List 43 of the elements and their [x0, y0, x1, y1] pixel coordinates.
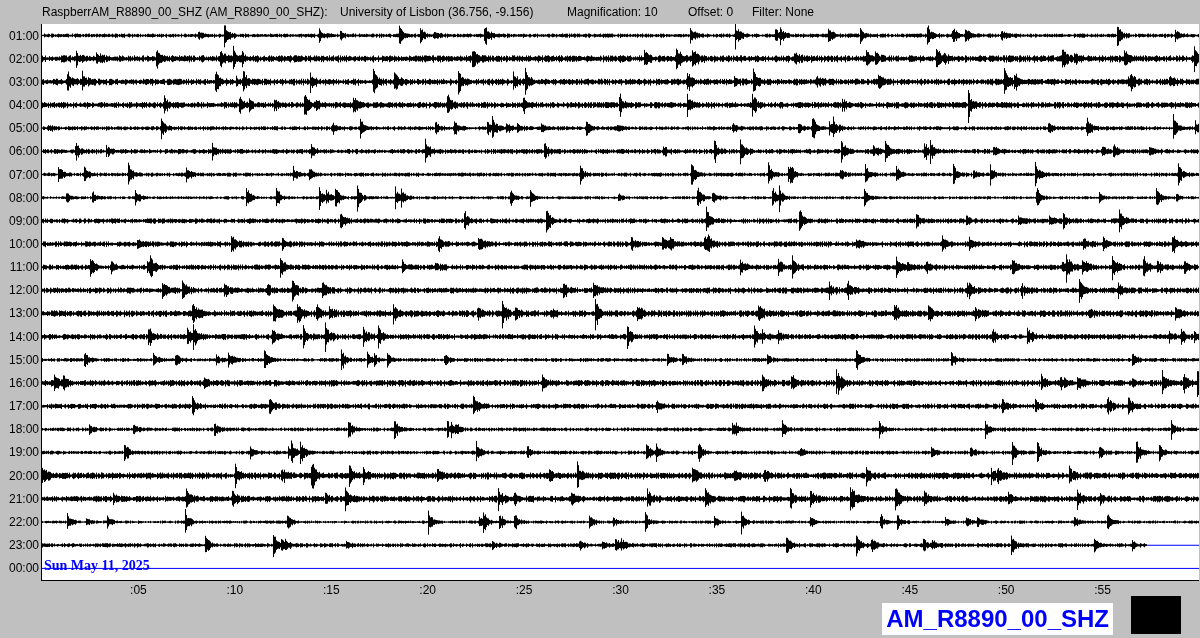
minute-label: :55 [1094, 583, 1111, 597]
filter-text: Filter: None [752, 5, 816, 19]
hour-label: 22:00 [8, 514, 40, 529]
station-title: RaspberrAM_R8890_00_SHZ (AM_R8890_00_SHZ): [42, 5, 329, 19]
minute-label: :30 [612, 583, 629, 597]
hour-label: 23:00 [8, 538, 40, 552]
hour-label: 11:00 [9, 260, 40, 275]
minute-label: :40 [805, 583, 822, 597]
hour-label: 17:00 [8, 399, 40, 414]
minute-label: :35 [708, 583, 726, 597]
offset-text: Offset: 0 [688, 5, 735, 19]
hour-label: 18:00 [8, 422, 40, 437]
minute-label: :25 [515, 583, 533, 597]
minute-label: :05 [130, 583, 147, 597]
hour-label: 08:00 [8, 190, 40, 205]
hour-label: 07:00 [8, 167, 40, 182]
status-indicator [1131, 596, 1181, 634]
hour-label: 10:00 [8, 237, 40, 251]
minute-label: :15 [322, 583, 340, 597]
hour-label: 21:00 [8, 491, 40, 506]
hour-label: 06:00 [8, 144, 40, 159]
hour-label: 00:00 [8, 561, 40, 576]
minute-label: :50 [997, 583, 1015, 597]
hour-label: 02:00 [8, 51, 40, 66]
hour-label: 14:00 [8, 329, 40, 344]
time-marker-line [1146, 544, 1199, 546]
hour-label: 15:00 [8, 352, 40, 367]
hour-label: 09:00 [8, 213, 40, 228]
station-label: AM_R8890_00_SHZ [882, 602, 1113, 635]
hour-label: 19:00 [8, 445, 40, 460]
hour-label: 16:00 [8, 375, 40, 390]
hour-label: 13:00 [8, 306, 40, 321]
magnification-text: Magnification: 10 [567, 5, 659, 19]
hour-label: 03:00 [8, 74, 40, 89]
hour-label: 05:00 [8, 121, 40, 136]
location-text: University of Lisbon (36.756, -9.156) [340, 5, 535, 19]
minute-label: :10 [226, 583, 244, 597]
minute-label: :20 [419, 583, 436, 597]
hour-label: 04:00 [8, 98, 40, 113]
minute-label: :45 [901, 583, 919, 597]
hour-label: 12:00 [8, 283, 40, 298]
hour-label: 20:00 [8, 468, 40, 483]
hour-label: 01:00 [8, 28, 40, 43]
